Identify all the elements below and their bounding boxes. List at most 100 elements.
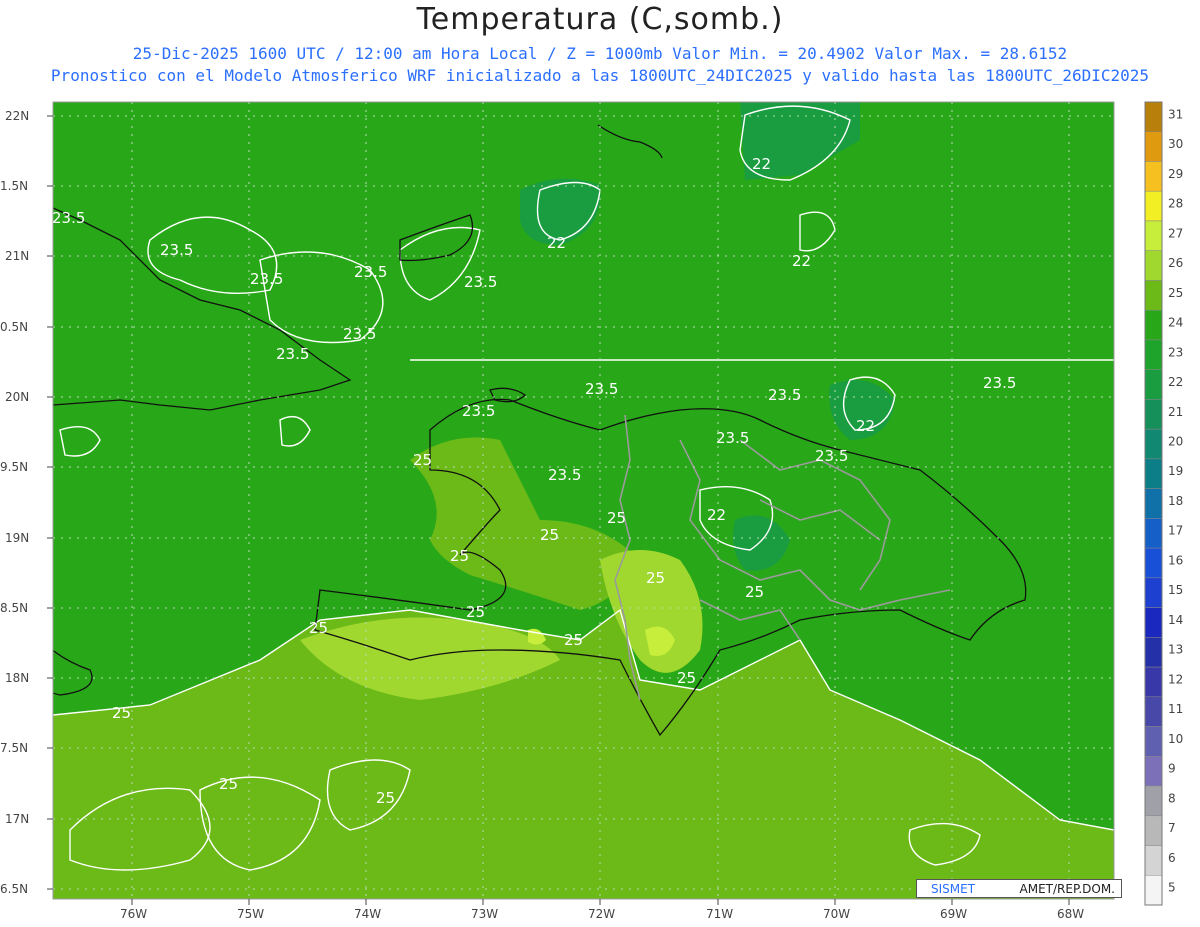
colorbar-label: 30 (1168, 137, 1183, 151)
contour-label: 22 (707, 506, 726, 524)
contour-label: 25 (745, 583, 764, 601)
contour-label: 22 (792, 252, 811, 270)
colorbar-swatch (1144, 726, 1163, 757)
temperature-map: 23.5 23.5 23.5 23.5 23.5 23.5 23.5 23.5 … (0, 101, 1183, 921)
colorbar-swatch (1144, 220, 1163, 251)
colorbar-label: 29 (1168, 167, 1183, 181)
colorbar-swatch (1144, 280, 1163, 311)
contour-label: 25 (112, 704, 131, 722)
lat-label: 21N (5, 249, 29, 263)
lat-label: 8.5N (0, 601, 28, 615)
contour-label: 23.5 (250, 270, 283, 288)
lat-label: 17N (5, 812, 29, 826)
colorbar-label: 10 (1168, 732, 1183, 746)
lon-label: 68W (1057, 907, 1084, 921)
credit-text: AMET/REP.DOM. (1019, 882, 1115, 896)
colorbar-swatch (1144, 399, 1163, 430)
lon-axis: 76W 75W 74W 73W 72W 71W 70W 69W 68W (120, 899, 1084, 921)
colorbar-label: 26 (1168, 256, 1183, 270)
lat-label: 18N (5, 671, 29, 685)
contour-label: 25 (564, 631, 583, 649)
colorbar-label: 8 (1168, 791, 1176, 805)
contour-label: 25 (309, 619, 328, 637)
colorbar-swatch (1144, 101, 1163, 132)
colorbar-label: 16 (1168, 553, 1183, 567)
contour-label: 23.5 (276, 345, 309, 363)
contour-label: 23.5 (548, 466, 581, 484)
contour-label: 22 (856, 417, 875, 435)
colorbar-swatch (1144, 250, 1163, 281)
colorbar-swatch (1144, 547, 1163, 579)
colorbar-label: 9 (1168, 762, 1176, 776)
colorbar-swatch (1144, 785, 1163, 817)
contour-label: 23.5 (464, 273, 497, 291)
contour-label: 23.5 (343, 325, 376, 343)
colorbar-label: 6 (1168, 851, 1176, 865)
contour-label: 23.5 (768, 386, 801, 404)
colorbar-label: 27 (1168, 226, 1183, 240)
lon-label: 76W (120, 907, 147, 921)
colorbar-swatch (1144, 637, 1163, 668)
lat-axis: 22N 1.5N 21N 0.5N 20N 9.5N 19N 8.5N 18N … (0, 109, 53, 896)
colorbar-label: 18 (1168, 494, 1183, 508)
contour-label: 25 (677, 669, 696, 687)
contour-label: 22 (752, 155, 771, 173)
sismet-logo: SISMET (931, 882, 976, 896)
lon-label: 69W (940, 907, 967, 921)
colorbar-swatch (1144, 339, 1163, 370)
colorbar-label: 22 (1168, 375, 1183, 389)
colorbar-swatch (1144, 845, 1163, 876)
contour-label: 23.5 (52, 209, 85, 227)
lat-label: 9.5N (0, 460, 28, 474)
colorbar-label: 28 (1168, 197, 1183, 211)
colorbar-swatch (1144, 131, 1163, 162)
contour-label: 23.5 (716, 429, 749, 447)
lon-label: 74W (354, 907, 381, 921)
credit-box: SISMET AMET/REP.DOM. (916, 879, 1122, 898)
colorbar-swatch (1144, 756, 1163, 787)
colorbar-swatch (1144, 190, 1163, 222)
colorbar-label: 25 (1168, 286, 1183, 300)
colorbar-label: 7 (1168, 821, 1176, 835)
contour-label: 23.5 (815, 447, 848, 465)
colorbar-swatch (1144, 458, 1163, 489)
colorbar-label: 19 (1168, 464, 1183, 478)
lat-label: 7.5N (0, 741, 28, 755)
contour-label: 25 (219, 775, 238, 793)
colorbar-label: 24 (1168, 316, 1183, 330)
lon-label: 70W (823, 907, 850, 921)
contour-label: 25 (413, 451, 432, 469)
colorbar-swatch (1144, 577, 1163, 608)
colorbar-label: 31 (1168, 107, 1183, 121)
contour-label: 22 (547, 234, 566, 252)
contour-label: 25 (607, 509, 626, 527)
lat-label: 20N (5, 390, 29, 404)
contour-label: 23.5 (462, 402, 495, 420)
colorbar-swatch (1144, 815, 1163, 846)
contour-label: 25 (646, 569, 665, 587)
colorbar-swatch (1144, 428, 1163, 460)
colorbar-label: 15 (1168, 583, 1183, 597)
colorbar-swatch (1144, 518, 1163, 549)
lat-label: 1.5N (0, 179, 28, 193)
lat-label: 22N (5, 109, 29, 123)
colorbar-label: 23 (1168, 345, 1183, 359)
lon-label: 72W (588, 907, 615, 921)
colorbar-swatch (1144, 696, 1163, 727)
colorbar-label: 21 (1168, 405, 1183, 419)
contour-label: 25 (450, 547, 469, 565)
colorbar-swatch (1144, 161, 1163, 192)
colorbar-label: 13 (1168, 643, 1183, 657)
contour-label: 23.5 (585, 380, 618, 398)
colorbar-swatch (1144, 369, 1163, 400)
lat-label: 6.5N (0, 882, 28, 896)
colorbar-label: 17 (1168, 524, 1183, 538)
colorbar-label: 14 (1168, 613, 1183, 627)
colorbar: 31 30 29 28 27 26 25 24 23 22 21 20 19 18 17 16 15 14 13 12… (1144, 101, 1183, 906)
colorbar-label: 12 (1168, 672, 1183, 686)
lat-label: 19N (5, 531, 29, 545)
colorbar-label: 11 (1168, 702, 1183, 716)
lat-label: 0.5N (0, 320, 28, 334)
contour-label: 23.5 (983, 374, 1016, 392)
lon-label: 73W (471, 907, 498, 921)
